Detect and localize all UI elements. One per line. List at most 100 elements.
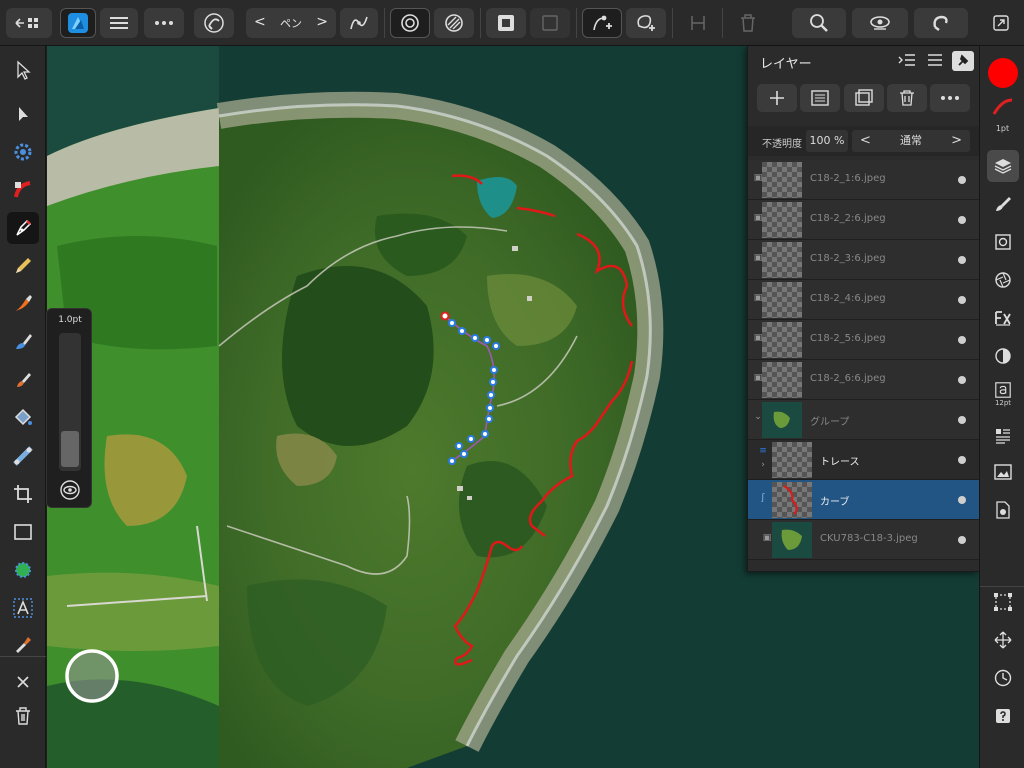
add-layer-button[interactable] xyxy=(757,84,797,112)
layer-more-button[interactable] xyxy=(930,84,970,112)
transparency-tool[interactable] xyxy=(7,440,39,472)
layer-visibility-dot[interactable] xyxy=(958,456,966,464)
square-button[interactable] xyxy=(530,8,570,38)
mask-button[interactable] xyxy=(486,8,526,38)
pencil-icon xyxy=(16,258,31,273)
stroke-width-slider-knob[interactable] xyxy=(61,431,79,467)
view-mode-button[interactable] xyxy=(852,8,908,38)
styles-studio-button[interactable] xyxy=(987,340,1019,372)
pen-tool[interactable] xyxy=(7,212,39,244)
group-layer-row[interactable]: ⌄ グループ xyxy=(748,400,980,440)
rectangle-tool[interactable] xyxy=(7,516,39,548)
layer-visibility-dot[interactable] xyxy=(958,336,966,344)
hatch-button[interactable] xyxy=(434,8,474,38)
cancel-button[interactable] xyxy=(7,666,39,698)
asset-settings-button[interactable] xyxy=(987,494,1019,526)
fill-tool[interactable] xyxy=(7,402,39,434)
trash-icon xyxy=(16,707,30,725)
align-button[interactable] xyxy=(680,8,716,38)
main-menu-button[interactable] xyxy=(100,8,138,38)
arrow-filled-icon xyxy=(19,107,28,121)
snap-magnet-button[interactable] xyxy=(914,8,968,38)
layers-collapse-button[interactable] xyxy=(898,52,918,70)
next-mode-arrow[interactable]: > xyxy=(316,14,328,30)
top-toolbar: < ペン > xyxy=(0,0,1024,46)
layer-row[interactable]: ▣ CKU783-C18-3.jpeg xyxy=(748,520,980,560)
mask-icon xyxy=(498,15,514,31)
touch-modifier-button[interactable] xyxy=(65,649,119,703)
adjustment-layer-button[interactable] xyxy=(800,84,840,112)
layer-row[interactable]: ▣ C18-2_6:6.jpeg xyxy=(748,360,980,400)
blend-mode-selector[interactable]: < 通常 > xyxy=(852,130,970,152)
paragraph-studio-button[interactable] xyxy=(987,420,1019,452)
pen-mode-selector[interactable]: < ペン > xyxy=(246,8,336,38)
layer-thumbnail xyxy=(762,162,802,198)
snapping-button[interactable] xyxy=(194,8,234,38)
blend-mode-label: 通常 xyxy=(900,134,922,147)
shape-add-button[interactable] xyxy=(626,8,666,38)
stock-studio-button[interactable] xyxy=(987,456,1019,488)
pencil-tool[interactable] xyxy=(7,250,39,282)
layers-menu-button[interactable] xyxy=(926,52,946,70)
layer-row-selected[interactable]: ʃ カーブ xyxy=(748,480,980,520)
help-studio-button[interactable] xyxy=(987,700,1019,732)
persona-button[interactable] xyxy=(60,8,96,38)
delete-layer-button[interactable] xyxy=(887,84,927,112)
layer-visibility-dot[interactable] xyxy=(958,496,966,504)
fx-studio-button[interactable] xyxy=(987,302,1019,334)
transform-studio-button[interactable] xyxy=(987,586,1019,618)
layer-visibility-dot[interactable] xyxy=(958,176,966,184)
layers-studio-button[interactable] xyxy=(987,150,1019,182)
layer-row[interactable]: ▣ C18-2_2:6.jpeg xyxy=(748,200,980,240)
opacity-field[interactable]: 100 % xyxy=(806,130,848,152)
brushes-studio-button[interactable] xyxy=(987,188,1019,220)
mask-layer-button[interactable] xyxy=(844,84,884,112)
fill-brush-tool[interactable] xyxy=(7,326,39,358)
layer-visibility-dot[interactable] xyxy=(958,216,966,224)
layer-visibility-dot[interactable] xyxy=(958,536,966,544)
corner-tool[interactable] xyxy=(7,136,39,168)
bucket-icon xyxy=(14,408,32,426)
layer-visibility-dot[interactable] xyxy=(958,416,966,424)
visibility-toggle[interactable] xyxy=(59,479,81,501)
chevron-right-icon[interactable]: › xyxy=(758,460,768,472)
character-studio-button[interactable]: 12pt xyxy=(987,378,1019,410)
target-button[interactable] xyxy=(390,8,430,38)
export-button[interactable] xyxy=(986,8,1016,38)
gradient-icon xyxy=(13,446,33,466)
layer-visibility-dot[interactable] xyxy=(958,376,966,384)
navigator-studio-button[interactable] xyxy=(987,624,1019,656)
blend-prev-arrow[interactable]: < xyxy=(860,130,871,152)
layer-row[interactable]: ▣ C18-2_4:6.jpeg xyxy=(748,280,980,320)
styles-icon xyxy=(995,348,1011,364)
node-tool[interactable] xyxy=(7,98,39,130)
pixel-brush-tool[interactable] xyxy=(7,364,39,396)
layer-row[interactable]: ▣ C18-2_5:6.jpeg xyxy=(748,320,980,360)
crop-tool[interactable] xyxy=(7,478,39,510)
history-studio-button[interactable] xyxy=(987,662,1019,694)
delete-top-button[interactable] xyxy=(730,8,766,38)
spiro-mode-button[interactable] xyxy=(340,8,378,38)
pencil-shape-tool[interactable] xyxy=(7,174,39,206)
layer-visibility-dot[interactable] xyxy=(958,296,966,304)
layer-row[interactable]: ▣ C18-2_3:6.jpeg xyxy=(748,240,980,280)
prev-mode-arrow[interactable]: < xyxy=(254,14,266,30)
layer-visibility-dot[interactable] xyxy=(958,256,966,264)
shape-tool[interactable] xyxy=(7,554,39,586)
adjustments-studio-button[interactable] xyxy=(987,226,1019,258)
more-button[interactable] xyxy=(144,8,184,38)
zoom-button[interactable] xyxy=(792,8,846,38)
layer-row[interactable]: ▣ C18-2_1:6.jpeg xyxy=(748,160,980,200)
delete-button[interactable] xyxy=(7,700,39,732)
text-tool[interactable] xyxy=(7,592,39,624)
effects-studio-button[interactable] xyxy=(987,264,1019,296)
vector-brush-tool[interactable] xyxy=(7,288,39,320)
primary-color-swatch[interactable] xyxy=(988,58,1018,88)
back-button[interactable] xyxy=(6,8,52,38)
layer-row[interactable]: ≡ › トレース xyxy=(748,440,980,480)
node-add-button[interactable] xyxy=(582,8,622,38)
blend-next-arrow[interactable]: > xyxy=(951,130,962,152)
pin-panel-button[interactable] xyxy=(952,51,974,71)
move-tool[interactable] xyxy=(7,54,39,86)
stroke-preview[interactable] xyxy=(988,96,1018,118)
